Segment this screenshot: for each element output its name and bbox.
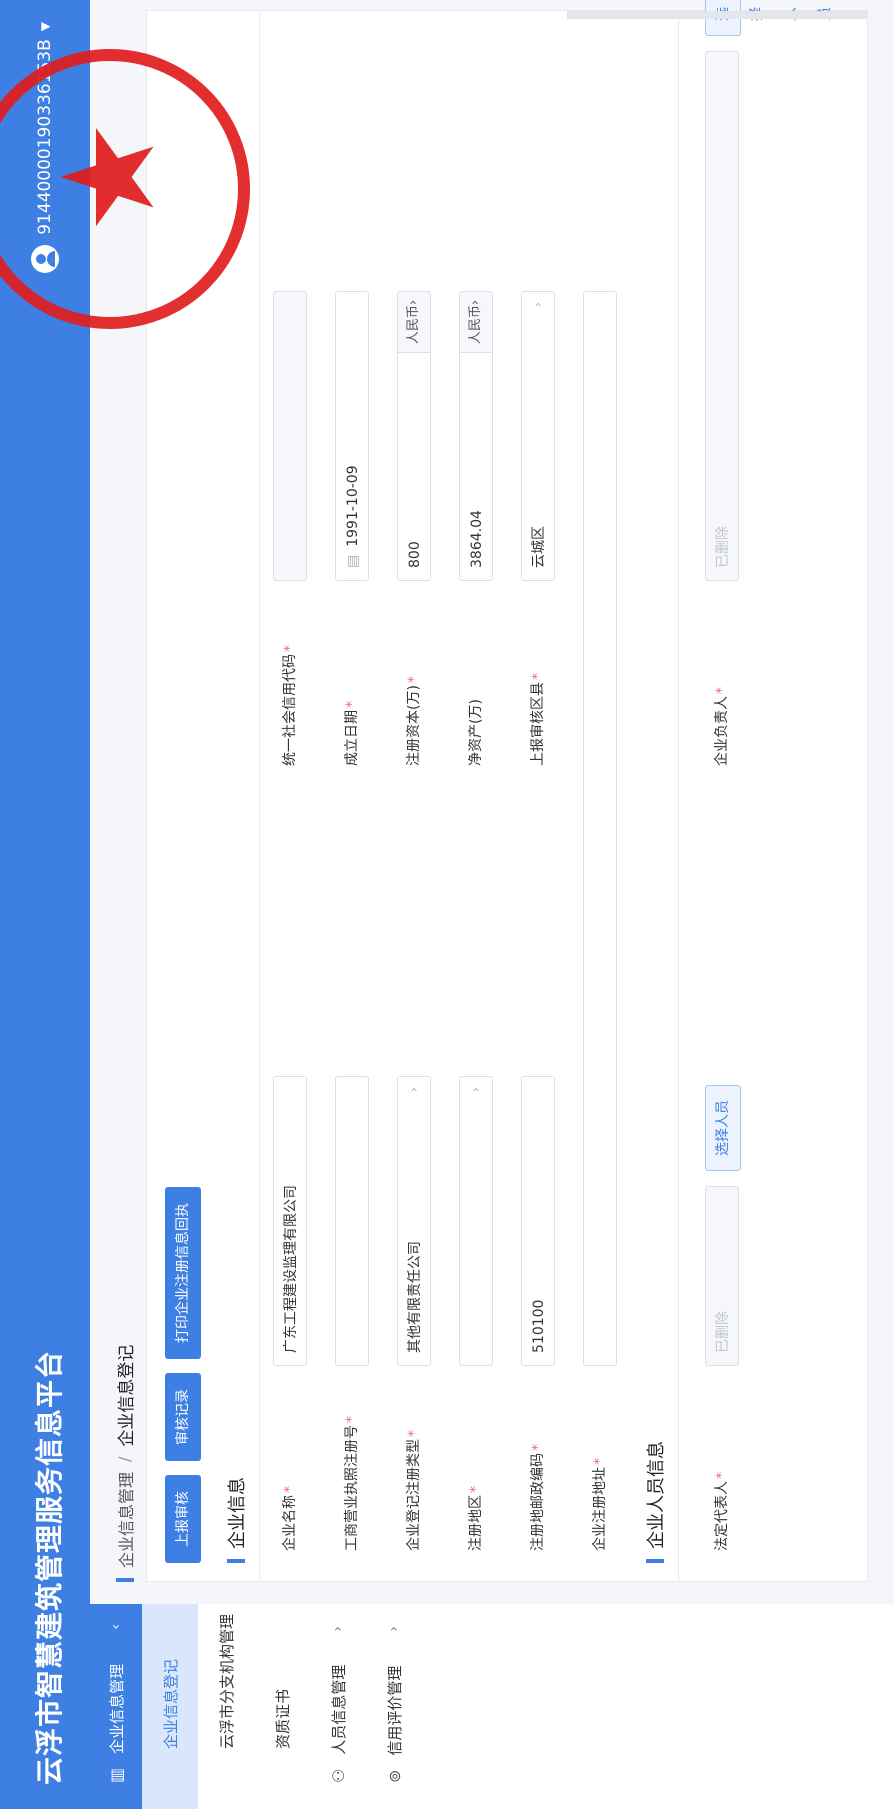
- legal-representative-input: 已删除: [705, 1186, 739, 1366]
- chevron-right-icon: ›: [386, 1626, 402, 1632]
- form-row: 企业名称* 广东工程建设监理有限公司 统一社会信用代码*: [270, 11, 310, 1581]
- form-row: 工商营业执照注册号* 成立日期* ▤1991-10-09: [332, 11, 372, 1581]
- print-receipt-button[interactable]: 打印企业注册信息回执: [165, 1187, 201, 1359]
- net-assets-input[interactable]: 3864.04 人民币›: [459, 291, 493, 581]
- credit-code-input: [273, 291, 307, 581]
- license-number-input[interactable]: [335, 1076, 369, 1366]
- section-title-people: 企业人员信息: [642, 1441, 668, 1563]
- sidebar-group-label: 企业信息管理: [107, 1663, 126, 1754]
- field-label: 上报审核区县*: [530, 673, 546, 766]
- section-title-text: 企业信息: [227, 1477, 248, 1549]
- divider: [678, 11, 679, 1581]
- field-label: 法定代表人*: [714, 1472, 730, 1551]
- people-icon: ⚇: [328, 1768, 348, 1783]
- sidebar-item-label: 信用评价管理: [385, 1665, 404, 1756]
- registered-capital-input[interactable]: 800 人民币›: [397, 291, 431, 581]
- select-legal-representative-button[interactable]: 选择人员: [705, 1085, 741, 1171]
- form-row: 企业登记注册类型* 其他有限责任公司 › 注册资本(万)* 800 人民币›: [394, 11, 434, 1581]
- building-icon: ▥: [106, 1767, 126, 1783]
- sidebar-item-personnel[interactable]: ⚇ 人员信息管理 ›: [310, 1604, 366, 1809]
- audit-district-select[interactable]: 云城区 ›: [521, 291, 555, 581]
- sidebar-item-label: 企业信息登记: [161, 1658, 180, 1749]
- field-label: 成立日期*: [344, 701, 360, 766]
- found-date-picker[interactable]: ▤1991-10-09: [335, 291, 369, 581]
- field-label: 净资产(万): [468, 699, 484, 766]
- breadcrumb-parent[interactable]: 企业信息管理: [113, 1472, 137, 1568]
- section-title-text: 企业人员信息: [646, 1441, 667, 1549]
- form-row: 企业注册地址*: [580, 11, 620, 1581]
- field-label: 注册地区*: [468, 1486, 484, 1551]
- sidebar-item-credit-evaluation[interactable]: ⊚ 信用评价管理 ›: [366, 1604, 422, 1809]
- field-label: 企业注册地址*: [592, 1458, 608, 1551]
- sidebar-item-branch-management[interactable]: 云浮市分支机构管理: [198, 1604, 254, 1809]
- form-row: 注册地区* › 净资产(万) 3864.04 人民币›: [456, 11, 496, 1581]
- sidebar: ▥ 企业信息管理 ‹ 企业信息登记 云浮市分支机构管理 资质证书 ⚇ 人员信息管…: [90, 1604, 894, 1809]
- breadcrumb-marker: [115, 1578, 134, 1582]
- currency-select[interactable]: 人民币›: [398, 292, 430, 353]
- field-label: 企业负责人*: [714, 687, 730, 766]
- calendar-icon: ▤: [345, 554, 361, 568]
- field-label: 注册资本(万)*: [406, 676, 422, 766]
- submit-review-button[interactable]: 上报审核: [165, 1475, 201, 1563]
- principal-input: 已删除: [705, 51, 739, 581]
- chevron-right-icon: ›: [330, 1626, 346, 1632]
- chevron-down-icon: ›: [531, 302, 546, 308]
- chevron-down-icon: ›: [469, 1087, 484, 1093]
- divider: [259, 11, 260, 1581]
- section-title-company: 企业信息: [223, 1477, 249, 1563]
- address-input[interactable]: [583, 291, 617, 1366]
- registration-region-select[interactable]: ›: [459, 1076, 493, 1366]
- action-toolbar: 上报审核 审核记录 打印企业注册信息回执: [165, 1187, 201, 1563]
- field-label: 企业登记注册类型*: [406, 1430, 422, 1551]
- scrollbar[interactable]: [567, 11, 867, 19]
- field-label: 统一社会信用代码*: [282, 645, 298, 766]
- field-label: 注册地邮政编码*: [530, 1444, 546, 1551]
- field-label: 企业名称*: [282, 1486, 298, 1551]
- breadcrumb-current: 企业信息登记: [117, 1344, 137, 1447]
- audit-log-button[interactable]: 审核记录: [165, 1373, 201, 1461]
- breadcrumb-separator: /: [115, 1456, 134, 1462]
- form-card: 上报审核 审核记录 打印企业注册信息回执 企业信息 企业名称* 广东工程建设监理…: [146, 0, 868, 1582]
- chevron-left-icon[interactable]: ‹: [108, 1624, 124, 1630]
- sidebar-item-label: 云浮市分支机构管理: [217, 1613, 236, 1749]
- currency-select[interactable]: 人民币›: [460, 292, 492, 353]
- app-stage: 云浮市智慧建筑管理服务信息平台 91440000190336153B ▼ ▥ 企…: [0, 0, 894, 1809]
- badge-icon: ⊚: [384, 1769, 404, 1783]
- app-title: 云浮市智慧建筑管理服务信息平台: [33, 1349, 66, 1785]
- sidebar-group-company[interactable]: ▥ 企业信息管理 ‹: [90, 1604, 142, 1809]
- company-name-input[interactable]: 广东工程建设监理有限公司: [273, 1076, 307, 1366]
- sidebar-item-label: 人员信息管理: [329, 1664, 348, 1755]
- form-row: 法定代表人* 已删除 选择人员 企业负责人* 已删除 选择人员: [702, 0, 833, 1581]
- caret-down-icon: ▼: [38, 22, 52, 32]
- section-marker: [646, 1559, 664, 1563]
- field-label: 工商营业执照注册号*: [344, 1416, 360, 1551]
- sidebar-item-company-registration[interactable]: 企业信息登记: [142, 1604, 198, 1809]
- seal-star-icon: ★: [35, 119, 184, 235]
- registration-type-select[interactable]: 其他有限责任公司 ›: [397, 1076, 431, 1366]
- sidebar-item-label: 资质证书: [273, 1688, 292, 1749]
- postcode-input[interactable]: 510100: [521, 1076, 555, 1366]
- chevron-down-icon: ›: [407, 1087, 422, 1093]
- sidebar-item-qualification[interactable]: 资质证书: [254, 1604, 310, 1809]
- form-row: 注册地邮政编码* 510100 上报审核区县* 云城区 ›: [518, 11, 558, 1581]
- section-marker: [227, 1559, 245, 1563]
- breadcrumb: 企业信息管理 / 企业信息登记: [112, 1345, 137, 1582]
